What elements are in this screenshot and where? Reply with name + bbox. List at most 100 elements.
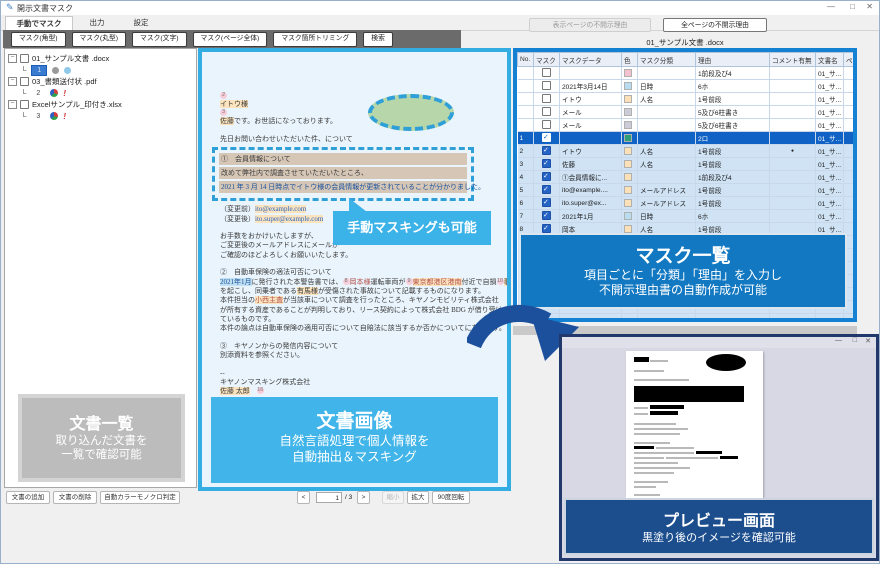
- cell-color: [622, 184, 638, 197]
- table-row[interactable]: 3佐藤人名1号前段01_サ...: [518, 158, 854, 171]
- doc-text-segment: に発行された本警告書では、: [252, 278, 343, 286]
- doc-text-segment: 有馬様: [297, 287, 318, 295]
- preview-page: [626, 351, 763, 501]
- cell-mask-data: [560, 132, 622, 145]
- prev-page-button[interactable]: <: [297, 491, 310, 504]
- table-row[interactable]: イトウ人名1号前段01_サ...: [518, 93, 854, 106]
- tree-doc-checkbox[interactable]: [20, 54, 29, 63]
- tab-output[interactable]: 出力: [77, 16, 117, 29]
- mask-checkbox[interactable]: [542, 120, 551, 129]
- highlight-dashed-box[interactable]: ① 会員情報について改めて弊社内で調査させていただいたところ、2021 年 3 …: [212, 147, 474, 201]
- tree-doc-checkbox[interactable]: [20, 77, 29, 86]
- table-row[interactable]: 6ito.super@ex...メールアドレス1号前段01_サ...: [518, 197, 854, 210]
- zoom-in-button[interactable]: 拡大: [407, 491, 429, 504]
- table-row[interactable]: 5ito@example....メールアドレス1号前段01_サ...: [518, 184, 854, 197]
- color-swatch[interactable]: [624, 69, 632, 77]
- toolbar-button-2[interactable]: マスク(文字): [132, 32, 187, 47]
- cell-comment: [770, 119, 816, 132]
- tree-branch: └: [21, 89, 26, 98]
- page-reason-button[interactable]: 表示ページの不開示理由: [529, 18, 651, 32]
- add-document-button[interactable]: 文書の追加: [6, 491, 50, 504]
- callout-preview-title: プレビュー画面: [566, 507, 872, 531]
- zoom-out-button[interactable]: 縮小: [382, 491, 404, 504]
- color-swatch[interactable]: [624, 173, 632, 181]
- toolbar-button-4[interactable]: マスク箇所トリミング: [273, 32, 357, 47]
- table-row[interactable]: 1前段及び401_サ...: [518, 67, 854, 80]
- tree-doc-item[interactable]: –01_サンプル文書 .docx: [8, 53, 193, 64]
- color-swatch[interactable]: [624, 186, 632, 194]
- mask-checkbox[interactable]: [542, 68, 551, 77]
- toolbar-button-0[interactable]: マスク(角型): [11, 32, 66, 47]
- toolbar-button-5[interactable]: 検索: [363, 32, 393, 47]
- color-swatch[interactable]: [624, 95, 632, 103]
- color-swatch[interactable]: [624, 160, 632, 168]
- page-number-input[interactable]: 1: [316, 492, 342, 503]
- delete-document-button[interactable]: 文書の削除: [53, 491, 97, 504]
- tab-manual-mask[interactable]: 手動でマスク: [5, 16, 73, 31]
- mask-checkbox[interactable]: [542, 185, 551, 194]
- tree-doc-item[interactable]: –Excelサンプル_印付き.xlsx: [8, 99, 193, 110]
- table-row[interactable]: メール5及び6柱書き01_サ...: [518, 106, 854, 119]
- preview-close-button[interactable]: ✕: [865, 337, 871, 345]
- mask-checkbox[interactable]: [542, 133, 551, 142]
- tree-page-item[interactable]: └3!: [8, 110, 193, 122]
- close-button[interactable]: ✕: [866, 2, 873, 11]
- toolbar-button-3[interactable]: マスク(ページ全体): [193, 32, 268, 47]
- column-header: コメント有無: [770, 53, 816, 67]
- color-swatch[interactable]: [624, 225, 632, 233]
- color-swatch[interactable]: [624, 147, 632, 155]
- mask-checkbox[interactable]: [542, 198, 551, 207]
- doc-text-segment: が受傷された事故について記載するものになります。: [318, 287, 485, 295]
- mask-checkbox[interactable]: [542, 81, 551, 90]
- mask-checkbox[interactable]: [542, 211, 551, 220]
- mask-checkbox[interactable]: [542, 94, 551, 103]
- tree-page-item[interactable]: └2!: [8, 87, 193, 99]
- tree-page-number[interactable]: 1: [31, 65, 47, 76]
- color-swatch[interactable]: [624, 121, 632, 129]
- tree-collapse-icon[interactable]: –: [8, 77, 17, 86]
- table-row[interactable]: [518, 314, 854, 323]
- table-row[interactable]: メール5及び6柱書き01_サ...: [518, 119, 854, 132]
- tree-page-number[interactable]: 2: [31, 90, 45, 97]
- tree-page-item[interactable]: └1: [8, 64, 193, 76]
- tree-collapse-icon[interactable]: –: [8, 54, 17, 63]
- tree-doc-item[interactable]: –03_書類送付状 .pdf: [8, 76, 193, 87]
- cell-no: 4: [518, 171, 534, 184]
- column-header: ペ: [844, 53, 854, 67]
- table-row[interactable]: 2021年3月14日日時6ホ01_サ...: [518, 80, 854, 93]
- color-swatch[interactable]: [624, 82, 632, 90]
- cell-category: メールアドレス: [638, 197, 696, 210]
- maximize-button[interactable]: □: [850, 2, 855, 11]
- minimize-button[interactable]: —: [827, 2, 835, 11]
- table-cell: [696, 314, 770, 323]
- cell-page: [844, 158, 854, 171]
- rotate-button[interactable]: 90度回転: [432, 491, 470, 504]
- table-row[interactable]: 12ロ01_サ...: [518, 132, 854, 145]
- all-reason-button[interactable]: 全ページの不開示理由: [663, 18, 767, 32]
- mask-checkbox[interactable]: [542, 107, 551, 116]
- color-swatch[interactable]: [624, 199, 632, 207]
- next-page-button[interactable]: >: [357, 491, 370, 504]
- auto-color-mono-button[interactable]: 自動カラーモノクロ判定: [100, 491, 180, 504]
- tab-settings[interactable]: 設定: [121, 16, 161, 29]
- table-row[interactable]: 72021年1月日時6ホ01_サ...: [518, 210, 854, 223]
- mask-checkbox[interactable]: [542, 159, 551, 168]
- table-row[interactable]: 2イトウ人名1号前段●01_サ...: [518, 145, 854, 158]
- doc-text-line: [220, 334, 490, 342]
- redacted-text-line: [634, 452, 694, 454]
- color-swatch[interactable]: [624, 134, 632, 142]
- mask-checkbox[interactable]: [542, 224, 551, 233]
- document-image-view[interactable]: 2イトウ様3佐藤です。お世話になっております。先日お問い合わせいただいた件、につ…: [198, 48, 511, 491]
- color-swatch[interactable]: [624, 108, 632, 116]
- mask-checkbox[interactable]: [542, 146, 551, 155]
- mask-checkbox[interactable]: [542, 172, 551, 181]
- preview-minimize-button[interactable]: —: [835, 337, 842, 344]
- tree-page-number[interactable]: 3: [31, 113, 45, 120]
- doc-text-line: [220, 260, 490, 268]
- tree-doc-checkbox[interactable]: [20, 100, 29, 109]
- color-swatch[interactable]: [624, 212, 632, 220]
- toolbar-button-1[interactable]: マスク(丸型): [72, 32, 127, 47]
- tree-collapse-icon[interactable]: –: [8, 100, 17, 109]
- preview-maximize-button[interactable]: □: [853, 337, 857, 344]
- table-row[interactable]: 4①会員情報に...1前段及び401_サ...: [518, 171, 854, 184]
